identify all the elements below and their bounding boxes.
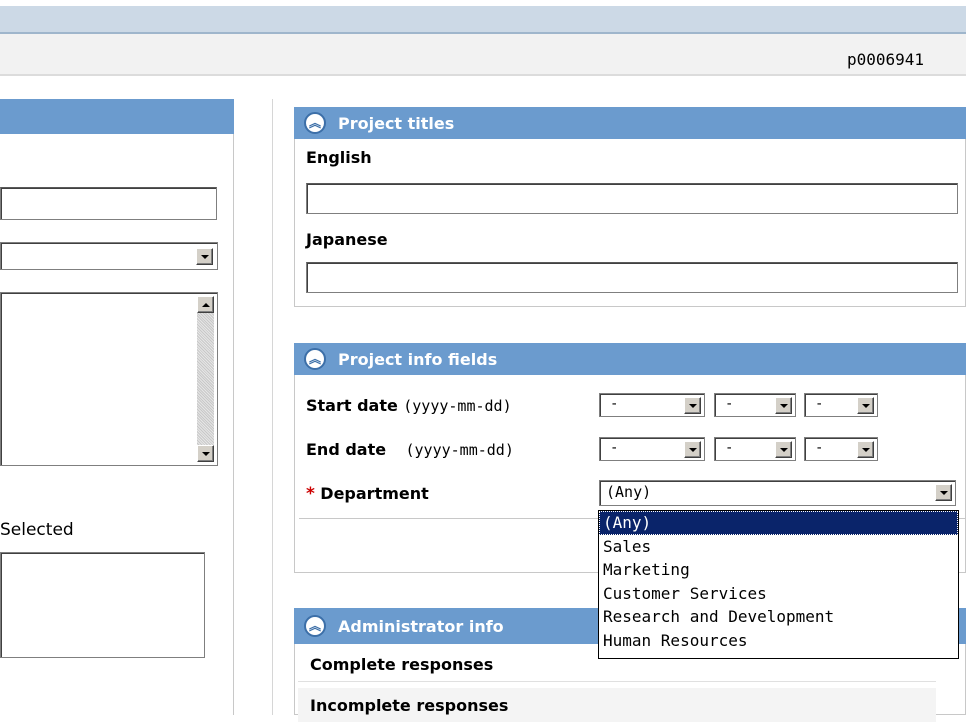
project-info-title: Project info fields bbox=[338, 349, 498, 369]
admin-info-title: Administrator info bbox=[338, 616, 504, 636]
department-label: Department bbox=[320, 484, 429, 503]
project-titles-header[interactable]: ︽ Project titles bbox=[294, 107, 966, 139]
scroll-up-icon[interactable] bbox=[197, 296, 214, 313]
start-date-label: Start date bbox=[306, 396, 398, 415]
start-day-select[interactable]: - bbox=[804, 393, 878, 417]
required-marker: * bbox=[306, 484, 315, 504]
start-date-format: (yyyy-mm-dd) bbox=[403, 397, 512, 415]
start-month-select[interactable]: - bbox=[714, 393, 796, 417]
selected-listbox[interactable] bbox=[0, 552, 205, 658]
department-option[interactable]: Sales bbox=[599, 535, 958, 559]
department-option[interactable]: (Any) bbox=[599, 511, 958, 535]
chevron-down-icon[interactable] bbox=[684, 397, 701, 414]
project-titles-title: Project titles bbox=[338, 113, 455, 133]
double-chevron-up-icon[interactable]: ︽ bbox=[304, 112, 326, 134]
department-option[interactable]: Human Resources bbox=[599, 629, 958, 653]
department-option[interactable]: Marketing bbox=[599, 558, 958, 582]
start-year-select[interactable]: - bbox=[599, 393, 705, 417]
department-options-list[interactable]: (Any) Sales Marketing Customer Services … bbox=[598, 510, 959, 659]
chevron-down-icon[interactable] bbox=[196, 248, 213, 265]
department-option[interactable]: Research and Development bbox=[599, 605, 958, 629]
table-row: Incomplete responses bbox=[298, 688, 936, 722]
user-id: p0006941 bbox=[846, 50, 924, 69]
user-id-bar bbox=[0, 34, 966, 76]
chevron-down-icon[interactable] bbox=[684, 441, 701, 458]
chevron-down-icon[interactable] bbox=[935, 484, 952, 501]
department-row: * Department bbox=[306, 484, 429, 504]
end-date-format: (yyyy-mm-dd) bbox=[405, 441, 514, 459]
english-title-input[interactable] bbox=[306, 183, 958, 214]
english-label: English bbox=[306, 148, 372, 167]
end-date-row: End date (yyyy-mm-dd) bbox=[306, 440, 514, 460]
scroll-down-icon[interactable] bbox=[197, 445, 214, 462]
left-text-input[interactable] bbox=[0, 187, 217, 220]
end-month-select[interactable]: - bbox=[714, 437, 796, 461]
selected-label: Selected bbox=[0, 520, 74, 540]
top-banner bbox=[0, 0, 966, 32]
chevron-down-icon[interactable] bbox=[857, 441, 874, 458]
chevron-down-icon[interactable] bbox=[857, 397, 874, 414]
start-date-row: Start date (yyyy-mm-dd) bbox=[306, 396, 512, 416]
end-year-select[interactable]: - bbox=[599, 437, 705, 461]
column-divider bbox=[272, 99, 273, 715]
department-selected-value: (Any) bbox=[606, 483, 652, 501]
chevron-down-icon[interactable] bbox=[775, 441, 792, 458]
double-chevron-up-icon[interactable]: ︽ bbox=[304, 615, 326, 637]
japanese-title-input[interactable] bbox=[306, 262, 958, 293]
left-listbox[interactable] bbox=[0, 292, 218, 466]
left-select[interactable] bbox=[0, 242, 218, 270]
end-day-select[interactable]: - bbox=[804, 437, 878, 461]
department-select[interactable]: (Any) bbox=[599, 480, 956, 506]
chevron-down-icon[interactable] bbox=[775, 397, 792, 414]
end-date-label: End date bbox=[306, 440, 387, 459]
japanese-label: Japanese bbox=[306, 230, 388, 249]
scrollbar[interactable] bbox=[197, 296, 214, 462]
department-option[interactable]: Customer Services bbox=[599, 582, 958, 606]
project-info-header[interactable]: ︽ Project info fields bbox=[294, 343, 966, 375]
double-chevron-up-icon[interactable]: ︽ bbox=[304, 348, 326, 370]
left-panel-header bbox=[0, 99, 234, 134]
